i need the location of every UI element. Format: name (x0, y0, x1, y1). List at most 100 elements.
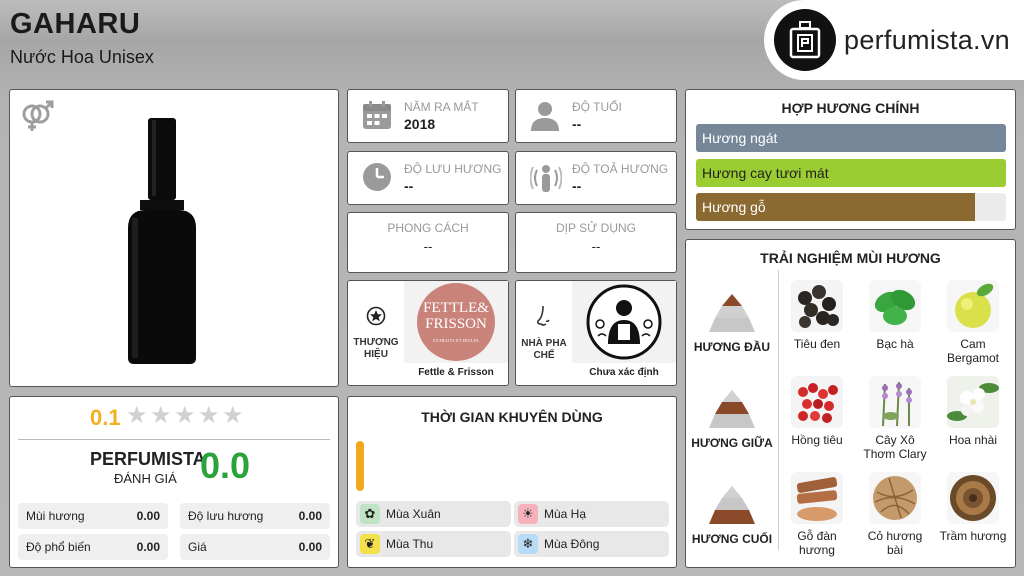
brand-card[interactable]: THƯƠNG HIỆU FETTLE& FRISSON EXTRAITS ET H… (347, 280, 509, 386)
metric-label: Mùi hương (26, 509, 85, 523)
perfumer-name[interactable]: Chưa xác định (572, 367, 676, 378)
star-icon[interactable]: ★ (150, 404, 172, 428)
note-item[interactable]: Tiêu đen (782, 280, 852, 351)
note-item[interactable]: Hoa nhài (938, 376, 1008, 447)
unisex-gender-icon (18, 98, 54, 142)
pyramid-middle-icon (709, 390, 755, 428)
season-spring[interactable]: ✿ Mùa Xuân (356, 501, 511, 527)
seasons-card: THỜI GIAN KHUYÊN DÙNG ✿ Mùa Xuân ☀ Mùa H… (347, 396, 677, 568)
notes-title: TRẢI NGHIỆM MÙI HƯƠNG (760, 250, 941, 266)
rating-score: 0.1 (90, 405, 121, 430)
accord-label: Hương cay tươi mát (702, 165, 829, 181)
brand-logo-line2: FRISSON (425, 316, 487, 332)
calendar-icon (362, 100, 392, 132)
longevity-label: ĐỘ LƯU HƯƠNG (404, 162, 502, 176)
perfumer-label-1: NHÀ PHA (521, 337, 567, 349)
mint-image (869, 280, 921, 332)
occasion-card: DỊP SỬ DỤNG -- (515, 212, 677, 273)
agarwood-image (947, 472, 999, 524)
sandalwood-image (791, 472, 843, 524)
note-item[interactable]: Cỏ hương bài (860, 472, 930, 557)
metric-value: 0.00 (298, 509, 322, 523)
pink-pepper-image (791, 376, 843, 428)
season-label: Mùa Xuân (386, 507, 441, 521)
brand-logo-line1: FETTLE& (423, 300, 489, 316)
perfumer-card[interactable]: NHÀ PHA CHẾ Chưa xác định (515, 280, 677, 386)
note-item[interactable]: Hồng tiêu (782, 376, 852, 447)
note-item[interactable]: Cam Bergamot (938, 280, 1008, 365)
star-icon[interactable]: ★ (174, 404, 196, 428)
jasmine-image (947, 376, 999, 428)
accords-title: HỢP HƯƠNG CHÍNH (781, 100, 920, 116)
accords-card: HỢP HƯƠNG CHÍNH Hương ngát Hương cay tươ… (685, 89, 1016, 230)
sillage-value: -- (572, 178, 582, 194)
note-name: Gỗ đàn hương (797, 529, 837, 557)
sun-icon: ☀ (518, 504, 538, 524)
accord-bar[interactable]: Hương cay tươi mát (696, 159, 1006, 187)
page-subtitle: Nước Hoa Unisex (10, 47, 154, 67)
sillage-icon (529, 162, 563, 194)
metric-longevity: Độ lưu hương 0.00 (180, 503, 330, 529)
brand-name[interactable]: Fettle & Frisson (404, 367, 508, 378)
clary-sage-image (869, 376, 921, 428)
metric-value: 0.00 (136, 540, 160, 554)
bergamot-image (947, 280, 999, 332)
brand-label-2: HIỆU (364, 348, 388, 360)
age-card: ĐỘ TUỔI -- (515, 89, 677, 143)
note-item[interactable]: Cây Xô Thơm Clary (860, 376, 930, 461)
notes-divider (778, 270, 779, 550)
vetiver-image (869, 472, 921, 524)
metric-price: Giá 0.00 (180, 534, 330, 560)
accord-bar[interactable]: Hương gỗ (696, 193, 1006, 221)
note-name: Bạc hà (876, 337, 914, 351)
star-badge-icon (366, 306, 386, 331)
age-value: -- (572, 116, 582, 132)
snowflake-icon: ❄ (518, 534, 538, 554)
release-year-card: NĂM RA MẮT 2018 (347, 89, 509, 143)
season-winter[interactable]: ❄ Mùa Đông (514, 531, 669, 557)
perfumer-side: NHÀ PHA CHẾ (516, 281, 572, 385)
perfumista-score: 0.0 (200, 445, 251, 486)
perfumer-avatar (586, 284, 662, 360)
style-value: -- (423, 239, 433, 254)
season-summer[interactable]: ☀ Mùa Hạ (514, 501, 669, 527)
perfume-bottle-icon (774, 9, 836, 71)
rating-stars[interactable]: ★ ★ ★ ★ ★ (126, 404, 244, 428)
site-logo[interactable]: perfumista.vn (764, 0, 1024, 80)
perfumista-label: PERFUMISTA (90, 449, 206, 469)
perfumista-sub-label: ĐÁNH GIÁ (114, 471, 177, 486)
black-pepper-image (791, 280, 843, 332)
brand-logo: FETTLE& FRISSON EXTRAITS ET HUILES (417, 283, 495, 361)
release-year-label: NĂM RA MẮT (404, 100, 479, 114)
perfumer-label-2: CHẾ (533, 349, 555, 361)
star-icon[interactable]: ★ (222, 404, 244, 428)
star-icon[interactable]: ★ (126, 404, 148, 428)
sillage-label: ĐỘ TOẢ HƯƠNG (572, 162, 669, 176)
note-name: Trầm hương (939, 529, 1007, 543)
note-item[interactable]: Trầm hương (938, 472, 1008, 543)
longevity-card: ĐỘ LƯU HƯƠNG -- (347, 151, 509, 205)
metric-label: Độ phổ biến (26, 540, 91, 554)
star-icon[interactable]: ★ (198, 404, 220, 428)
brand-label-1: THƯƠNG (353, 336, 399, 348)
pyramid-base-icon (709, 486, 755, 524)
rating-divider (18, 439, 330, 440)
base-notes-label: HƯƠNG CUỐI (691, 532, 773, 546)
person-icon (530, 100, 560, 132)
brand-side: THƯƠNG HIỆU (348, 281, 404, 385)
note-name: Tiêu đen (793, 337, 841, 351)
accord-label: Hương ngát (702, 130, 778, 146)
perfume-bottle-image (122, 118, 222, 369)
note-item[interactable]: Gỗ đàn hương (782, 472, 852, 557)
accord-bar[interactable]: Hương ngát (696, 124, 1006, 152)
page-title: GAHARU (10, 8, 141, 40)
style-card: PHONG CÁCH -- (347, 212, 509, 273)
note-name: Cỏ hương bài (867, 529, 923, 557)
style-label: PHONG CÁCH (387, 221, 469, 235)
season-label: Mùa Hạ (544, 507, 587, 521)
season-autumn[interactable]: ❦ Mùa Thu (356, 531, 511, 557)
logo-text: perfumista.vn (844, 24, 1010, 55)
product-image-card (9, 89, 339, 387)
occasion-label: DỊP SỬ DỤNG (555, 221, 637, 235)
note-item[interactable]: Bạc hà (860, 280, 930, 351)
